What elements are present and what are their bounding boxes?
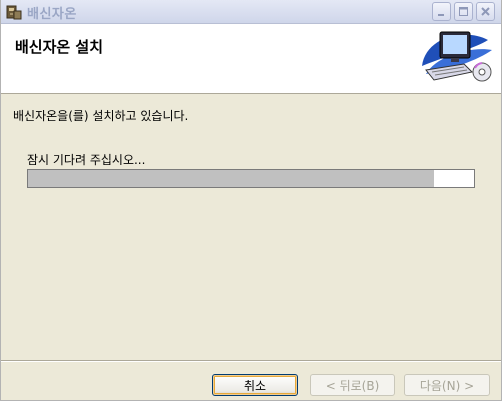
minimize-button[interactable] xyxy=(432,2,451,21)
header-title: 배신자온 설치 xyxy=(15,38,104,56)
close-button[interactable] xyxy=(476,2,495,21)
installer-app-icon xyxy=(5,3,23,21)
install-status-text: 배신자온을(를) 설치하고 있습니다. xyxy=(13,109,189,123)
window-title: 배신자온 xyxy=(27,7,77,22)
title-bar[interactable]: 배신자온 xyxy=(1,0,501,24)
footer-divider-highlight xyxy=(1,361,501,362)
cancel-button[interactable]: 취소 xyxy=(212,374,298,396)
wizard-header: 배신자온 설치 xyxy=(1,24,501,94)
maximize-button[interactable] xyxy=(454,2,473,21)
computer-install-icon xyxy=(422,31,492,82)
installer-window: 배신자온 배신자온 설치 배신자온을(를) 설치하고 있습니다. 잠시 기다려 … xyxy=(0,0,502,401)
wait-message: 잠시 기다려 주십시오... xyxy=(27,153,146,167)
maximize-icon xyxy=(459,7,468,16)
close-icon xyxy=(481,7,490,16)
back-button[interactable]: < 뒤로(B) xyxy=(310,374,395,396)
next-button[interactable]: 다음(N) > xyxy=(404,374,490,396)
minimize-icon xyxy=(438,14,444,16)
install-progress-bar xyxy=(27,169,475,188)
progress-fill xyxy=(28,170,434,187)
